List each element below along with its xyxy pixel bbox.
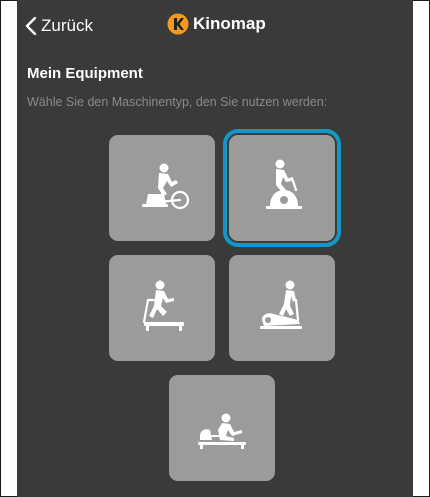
section-title: Mein Equipment [27, 65, 143, 82]
treadmill-icon [142, 280, 184, 331]
rower-icon [198, 413, 246, 449]
exercise-bike-icon [266, 159, 302, 209]
machine-tile-bike[interactable] [109, 135, 215, 241]
kinomap-logo-icon [167, 13, 189, 35]
machine-tile-exercise-bike[interactable] [229, 135, 335, 241]
machine-tile-rower[interactable] [169, 375, 275, 481]
section-subtitle: Wähle Sie den Maschinentyp, den Sie nutz… [27, 95, 328, 109]
chevron-left-icon [25, 17, 37, 35]
machine-tile-treadmill[interactable] [109, 255, 215, 361]
bike-icon [142, 163, 190, 210]
back-button[interactable]: Zurück [25, 14, 93, 38]
elliptical-icon [260, 280, 302, 329]
machine-tile-elliptical[interactable] [229, 255, 335, 361]
app-screen: Zurück Kinomap Mein Equipment Wähle Sie … [17, 0, 413, 497]
nav-bar: Zurück Kinomap [17, 0, 413, 56]
back-label: Zurück [41, 16, 93, 35]
brand-name: Kinomap [193, 14, 266, 33]
brand: Kinomap [167, 13, 266, 35]
